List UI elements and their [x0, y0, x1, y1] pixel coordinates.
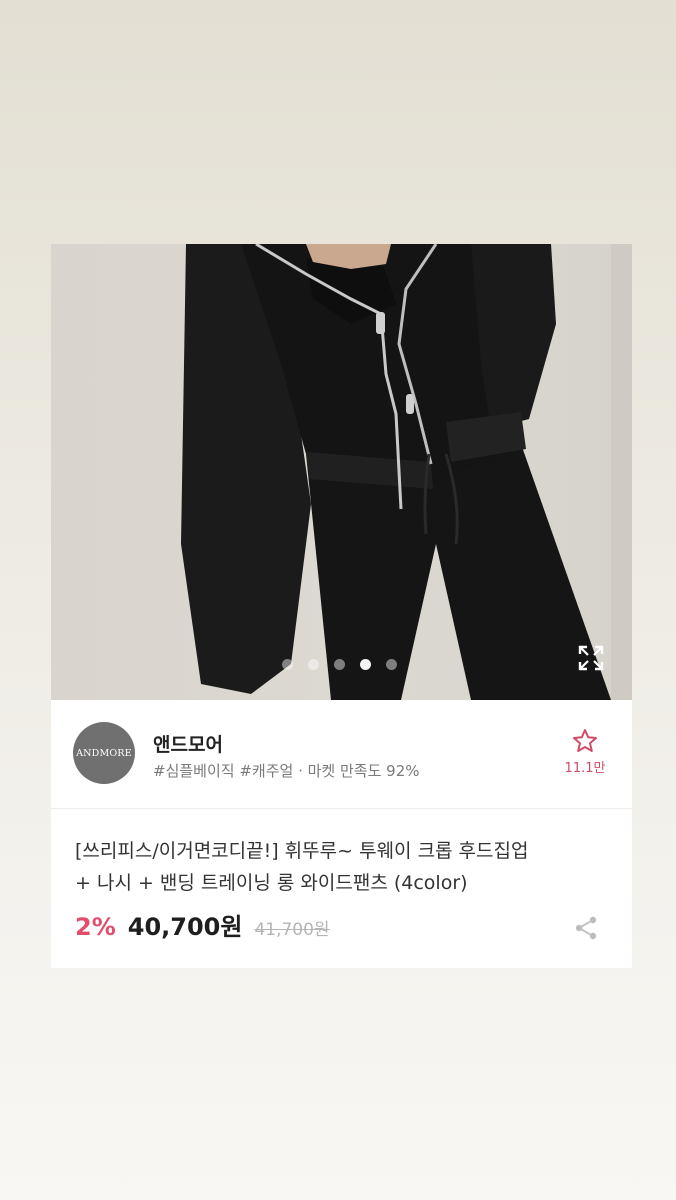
- discount-rate: 2%: [75, 913, 116, 941]
- price-row: 2% 40,700원 41,700원: [75, 907, 330, 947]
- product-image-carousel[interactable]: [51, 244, 632, 700]
- carousel-dot[interactable]: [360, 659, 371, 670]
- favorite-button[interactable]: 11.1만: [563, 728, 607, 776]
- favorite-count: 11.1만: [564, 761, 606, 776]
- share-icon[interactable]: [573, 915, 599, 941]
- shop-logo[interactable]: ANDMORE: [73, 722, 135, 784]
- carousel-dot[interactable]: [282, 659, 293, 670]
- original-price: 41,700원: [254, 920, 330, 940]
- product-title[interactable]: [쓰리피스/이거면코디끝!] 휘뚜루~ 투웨이 크롭 후드집업 + 나시 + 밴…: [75, 835, 615, 899]
- shop-name[interactable]: 앤드모어: [153, 730, 223, 757]
- sale-price: 40,700원: [127, 913, 243, 941]
- shop-info-row[interactable]: ANDMORE 앤드모어 #심플베이직 #캐주얼 · 마켓 만족도 92% 11…: [51, 700, 632, 809]
- product-photo: [181, 244, 632, 700]
- star-outline-icon: [573, 729, 597, 752]
- shop-tags: #심플베이직 #캐주얼 · 마켓 만족도 92%: [153, 762, 420, 780]
- shop-logo-text: ANDMORE: [76, 747, 132, 759]
- carousel-indicator[interactable]: [282, 659, 397, 671]
- product-title-line1: [쓰리피스/이거면코디끝!] 휘뚜루~ 투웨이 크롭 후드집업: [75, 840, 529, 862]
- carousel-dot[interactable]: [308, 659, 319, 670]
- expand-icon[interactable]: [577, 644, 605, 672]
- product-card[interactable]: ANDMORE 앤드모어 #심플베이직 #캐주얼 · 마켓 만족도 92% 11…: [51, 244, 632, 968]
- product-title-line2: + 나시 + 밴딩 트레이닝 롱 와이드팬츠 (4color): [75, 872, 468, 894]
- carousel-dot[interactable]: [334, 659, 345, 670]
- carousel-dot[interactable]: [386, 659, 397, 670]
